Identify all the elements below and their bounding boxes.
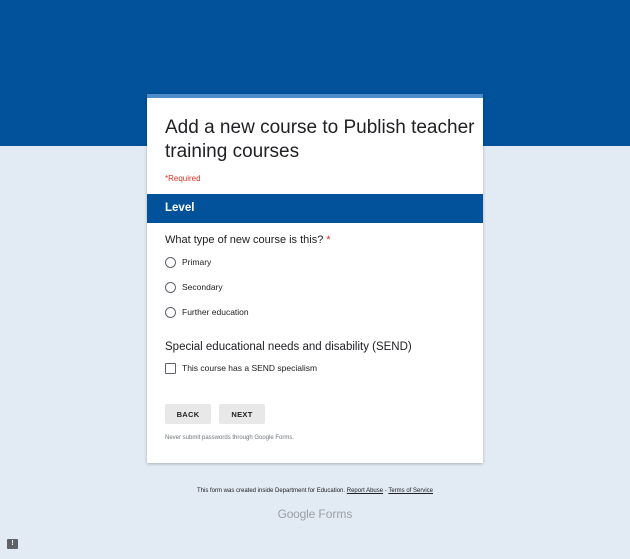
back-button[interactable]: BACK <box>165 404 211 424</box>
radio-option-primary[interactable]: Primary <box>165 255 211 269</box>
logo-forms-text: Forms <box>318 507 353 521</box>
radio-option-further-education[interactable]: Further education <box>165 305 249 319</box>
radio-button[interactable] <box>165 306 176 318</box>
footer-created-text: This form was created inside Department … <box>196 488 346 494</box>
report-abuse-link[interactable]: Report Abuse <box>347 488 383 494</box>
next-button[interactable]: NEXT <box>219 404 265 424</box>
terms-of-service-link[interactable]: Terms of Service <box>388 488 433 494</box>
section-header: Level <box>147 194 483 223</box>
question-send-title: Special educational needs and disability… <box>165 341 412 353</box>
required-asterisk: * <box>326 234 331 246</box>
google-forms-logo[interactable]: Google Forms <box>0 507 630 521</box>
question-course-type-title: What type of new course is this? * <box>165 234 331 246</box>
checkbox-option-send[interactable]: This course has a SEND specialism <box>165 361 317 375</box>
radio-option-secondary[interactable]: Secondary <box>165 280 223 294</box>
send-checkbox[interactable] <box>165 362 176 374</box>
logo-google-text: Google <box>277 507 316 521</box>
radio-label-further-education: Further education <box>182 307 249 317</box>
radio-button[interactable] <box>165 281 176 293</box>
password-warning: Never submit passwords through Google Fo… <box>165 435 295 441</box>
form-title: Add a new course to Publish teacher trai… <box>165 117 475 162</box>
form-card: Add a new course to Publish teacher trai… <box>147 94 483 463</box>
card-accent-bar <box>147 94 483 98</box>
footer-notice: This form was created inside Department … <box>0 488 630 494</box>
radio-label-secondary: Secondary <box>182 282 223 292</box>
radio-label-primary: Primary <box>182 257 212 267</box>
required-note: *Required <box>165 174 201 183</box>
report-icon[interactable]: ! <box>7 539 18 549</box>
footer-separator: - <box>384 488 387 494</box>
section-title: Level <box>165 202 195 214</box>
checkbox-label-send: This course has a SEND specialism <box>182 363 318 373</box>
radio-button[interactable] <box>165 256 176 268</box>
question-course-type-text: What type of new course is this? <box>165 234 324 246</box>
